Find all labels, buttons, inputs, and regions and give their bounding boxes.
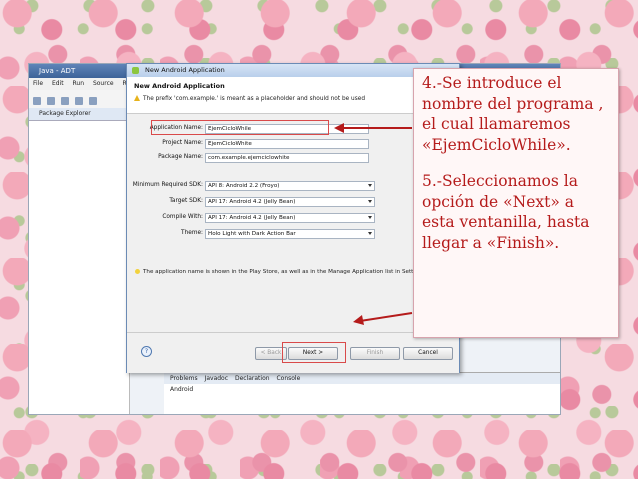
arrow-to-next-button <box>353 312 413 325</box>
instruction-note: 4.-Se introduce el nombre del programa ,… <box>413 68 619 338</box>
arrow-to-application-name <box>334 123 412 133</box>
step-4-text: 4.-Se introduce el nombre del programa ,… <box>422 74 604 154</box>
step-5-text: 5.-Seleccionamos la opción de «Next» a e… <box>422 172 590 252</box>
